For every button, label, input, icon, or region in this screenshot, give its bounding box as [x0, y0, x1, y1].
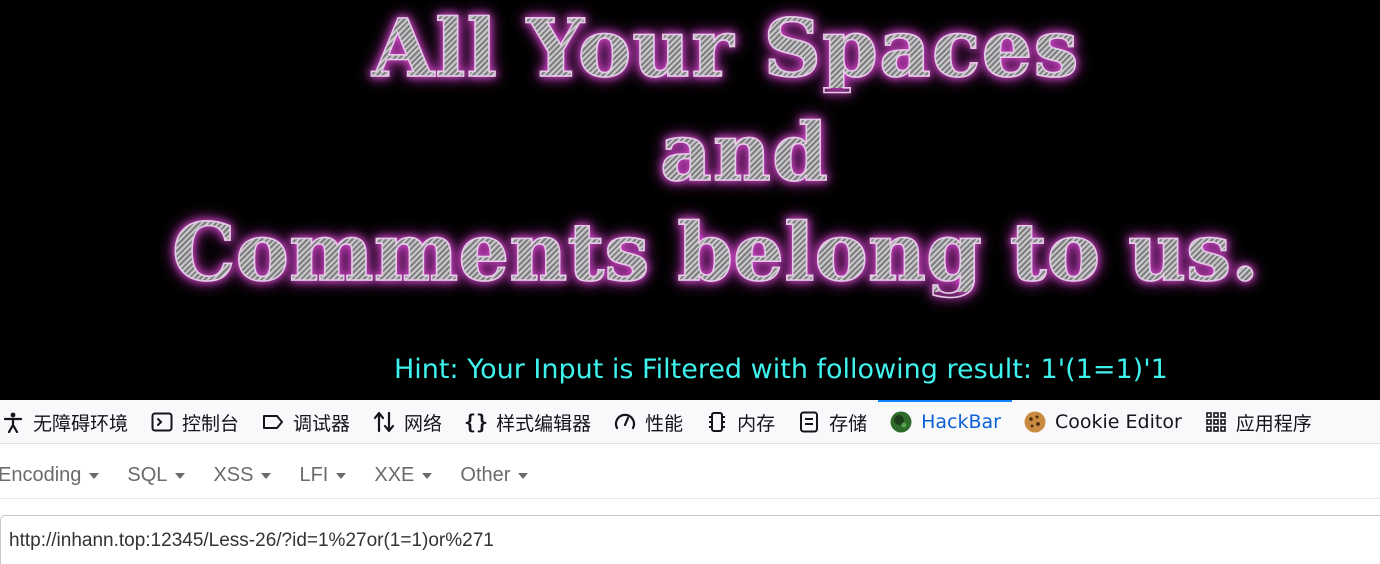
menu-sql[interactable]: SQL: [127, 464, 186, 487]
menu-lfi[interactable]: LFI: [299, 464, 347, 487]
caret-down-icon: [89, 472, 100, 479]
tab-style-editor[interactable]: {} 样式编辑器: [453, 400, 602, 444]
menu-label: LFI: [299, 464, 329, 486]
tab-label: HackBar: [921, 411, 1001, 433]
tab-label: 内存: [737, 412, 776, 435]
devtools-panel: 无障碍环境 控制台 调试器 网络 {} 样式编辑器 性能 内存 存储 HackB…: [0, 400, 1380, 564]
caret-down-icon: [261, 472, 272, 479]
menu-other[interactable]: Other: [460, 464, 529, 487]
hackbar-icon: [888, 409, 914, 435]
url-input[interactable]: http://inhann.top:12345/Less-26/?id=1%27…: [0, 515, 1380, 564]
hackbar-menubar: Encoding SQL XSS LFI XXE Other: [0, 453, 1380, 499]
caret-down-icon: [336, 472, 347, 479]
tab-memory[interactable]: 内存: [694, 400, 786, 444]
menu-label: Encoding: [0, 464, 82, 486]
cookie-icon: [1022, 409, 1048, 435]
performance-icon: [612, 409, 638, 435]
title-line-1: All Your Spaces: [371, 1, 1080, 95]
menu-xss[interactable]: XSS: [213, 464, 272, 487]
accessibility-icon: [0, 409, 26, 435]
tab-label: 调试器: [293, 412, 351, 435]
tab-label: Cookie Editor: [1055, 411, 1182, 433]
network-icon: [371, 409, 397, 435]
filter-hint: Hint: Your Input is Filtered with follow…: [394, 354, 1168, 385]
menu-label: XSS: [213, 464, 254, 486]
title-line-3: Comments belong to us.: [171, 205, 1260, 299]
tab-debugger[interactable]: 调试器: [250, 400, 361, 444]
tab-label: 网络: [404, 412, 443, 435]
title-line-2: and: [659, 105, 829, 199]
tab-label: 样式编辑器: [496, 412, 592, 435]
storage-icon: [796, 409, 822, 435]
style-editor-icon: {}: [464, 410, 489, 434]
menu-xxe[interactable]: XXE: [374, 464, 433, 487]
memory-icon: [704, 409, 730, 435]
tab-console[interactable]: 控制台: [139, 400, 250, 444]
tab-network[interactable]: 网络: [361, 400, 453, 444]
menu-label: XXE: [374, 464, 415, 486]
menu-label: SQL: [127, 464, 168, 486]
caret-down-icon: [175, 472, 186, 479]
banner: All Your Spaces and Comments belong to u…: [0, 0, 1380, 400]
caret-down-icon: [422, 472, 433, 479]
tab-label: 应用程序: [1235, 412, 1312, 435]
menu-encoding[interactable]: Encoding: [0, 464, 100, 487]
menu-label: Other: [460, 464, 511, 486]
application-grid-icon: [1203, 409, 1229, 435]
tab-cookie-editor[interactable]: Cookie Editor: [1012, 400, 1193, 444]
tab-hackbar[interactable]: HackBar: [878, 400, 1012, 444]
tab-label: 存储: [829, 412, 868, 435]
console-icon: [149, 409, 175, 435]
url-value: http://inhann.top:12345/Less-26/?id=1%27…: [9, 530, 494, 551]
devtools-tabbar: 无障碍环境 控制台 调试器 网络 {} 样式编辑器 性能 内存 存储 HackB…: [0, 400, 1380, 444]
tab-label: 性能: [645, 412, 684, 435]
tab-label: 无障碍环境: [33, 412, 129, 435]
tab-storage[interactable]: 存储: [786, 400, 878, 444]
tab-performance[interactable]: 性能: [602, 400, 694, 444]
page: All Your Spaces and Comments belong to u…: [0, 0, 1380, 564]
tab-label: 控制台: [182, 412, 240, 435]
debugger-icon: [260, 409, 286, 435]
caret-down-icon: [518, 472, 529, 479]
tab-accessibility[interactable]: 无障碍环境: [0, 400, 139, 444]
tab-applications[interactable]: 应用程序: [1193, 400, 1323, 444]
